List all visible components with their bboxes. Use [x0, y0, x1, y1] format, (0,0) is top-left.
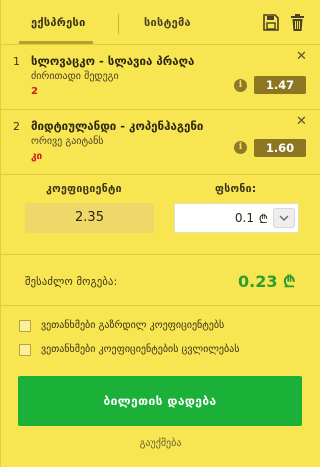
betslip-panel: ექსპრესი სისტემა 1 სლოვაცკო - სლავია პრა… — [0, 0, 320, 467]
stake-dropdown-button[interactable] — [273, 208, 295, 228]
bet-index: 2 — [13, 120, 20, 133]
currency-symbol: ₾ — [258, 212, 268, 226]
possible-win-currency: ₾ — [283, 272, 296, 291]
possible-win-amount: 0.23 — [238, 272, 278, 291]
stake-section: კოეფიციენტი ფსონი: 2.35 0.1 ₾ — [1, 175, 320, 255]
bet-index: 1 — [13, 55, 20, 68]
cancel-link[interactable]: გაუქმება — [1, 438, 320, 449]
bet-match-title: სლოვაცკო - სლავია პრაღა — [31, 54, 195, 68]
bet-market: ძირითადი შედეგი — [31, 71, 119, 82]
place-bet-button[interactable]: ბილეთის დადება — [18, 376, 302, 426]
betslip-tabs: ექსპრესი სისტემა — [1, 0, 320, 45]
close-icon[interactable]: ✕ — [296, 50, 307, 63]
accept-higher-odds-label[interactable]: ვეთანხმები გაზრდილ კოეფიციენტებს — [41, 320, 224, 331]
chevron-down-icon — [279, 215, 289, 221]
active-tab-indicator — [19, 41, 93, 44]
odds-badge: 1.47 — [254, 76, 306, 94]
info-icon[interactable]: i — [234, 141, 247, 154]
bet-match-title: მიდტიულანდი - კოპენჰაგენი — [31, 119, 204, 133]
bet-market: ორივე გაიტანს — [31, 136, 104, 147]
possible-win-label: შესაძლო მოგება: — [25, 276, 118, 288]
bet-item: 1 სლოვაცკო - სლავია პრაღა ძირითადი შედეგ… — [1, 45, 320, 110]
stake-value[interactable]: 0.1 — [235, 211, 254, 225]
coefficient-label: კოეფიციენტი — [46, 183, 122, 195]
info-icon[interactable]: i — [234, 79, 247, 92]
possible-win-section: შესაძლო მოგება: 0.23 ₾ — [1, 256, 320, 306]
total-coefficient: 2.35 — [25, 203, 154, 233]
tab-divider — [118, 14, 119, 34]
possible-win-value: 0.23 ₾ — [238, 270, 295, 292]
bet-pick: 2 — [31, 86, 38, 97]
close-icon[interactable]: ✕ — [296, 115, 307, 128]
accept-odds-change-label[interactable]: ვეთანხმები კოეფიციენტების ცვლილებას — [41, 344, 239, 355]
stake-label: ფსონი: — [215, 183, 257, 195]
floppy-disk-icon[interactable] — [263, 14, 279, 31]
accept-odds-change-checkbox[interactable] — [19, 344, 31, 356]
stake-input[interactable]: 0.1 ₾ — [174, 203, 299, 233]
accept-higher-odds-checkbox[interactable] — [19, 320, 31, 332]
tab-express[interactable]: ექსპრესი — [31, 16, 86, 32]
tab-system[interactable]: სისტემა — [144, 16, 191, 32]
bet-pick: კი — [31, 151, 43, 162]
bet-item: 2 მიდტიულანდი - კოპენჰაგენი ორივე გაიტან… — [1, 110, 320, 175]
trash-icon[interactable] — [291, 14, 304, 31]
odds-badge: 1.60 — [254, 139, 306, 157]
